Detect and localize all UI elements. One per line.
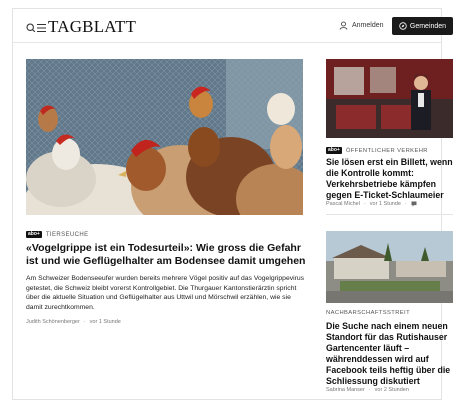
abo-badge: abo+ xyxy=(26,231,42,238)
user-icon xyxy=(339,21,348,30)
side-article-1-category: ÖFFENTLICHER VERKEHR xyxy=(345,147,428,154)
site-header: TAGBLATT Anmelden Gemeinden xyxy=(13,9,453,43)
side-article-1-image[interactable] xyxy=(326,59,453,138)
main-article-author: Judith Schönenberger xyxy=(26,319,80,325)
main-article-meta: Judith Schönenberger · vor 1 Stunde xyxy=(26,319,121,325)
site-logo[interactable]: TAGBLATT xyxy=(48,17,136,37)
side-divider xyxy=(326,214,453,215)
main-article-time: vor 1 Stunde xyxy=(89,319,121,325)
side-article-2-title[interactable]: Die Suche nach einem neuen Standort für … xyxy=(326,321,454,387)
meta-separator: · xyxy=(404,201,407,207)
meta-separator: · xyxy=(368,387,371,393)
comment-icon xyxy=(411,201,417,207)
meta-separator: · xyxy=(83,319,86,325)
side-article-1-time: vor 1 Stunde xyxy=(369,201,401,207)
login-label: Anmelden xyxy=(352,22,384,29)
meta-separator: · xyxy=(363,201,366,207)
side-article-1-kicker: abo+ ÖFFENTLICHER VERKEHR xyxy=(326,147,428,154)
abo-badge: abo+ xyxy=(326,147,342,154)
side-article-1-meta: Pascal Michel · vor 1 Stunde · xyxy=(326,201,417,207)
side-article-2-time: vor 2 Stunden xyxy=(374,387,409,393)
gemeinden-label: Gemeinden xyxy=(409,22,447,30)
main-article-lead: Am Schweizer Bodenseeufer wurden bereits… xyxy=(26,275,305,311)
main-article-category: TIERSEUCHE xyxy=(45,231,89,238)
side-article-1-author: Pascal Michel xyxy=(326,201,360,207)
login-button[interactable]: Anmelden xyxy=(339,21,384,30)
side-article-1-title[interactable]: Sie lösen erst ein Billett, wenn die Kon… xyxy=(326,157,454,201)
main-article-title[interactable]: «Vogelgrippe ist ein Todesurteil»: Wie g… xyxy=(26,242,311,268)
side-article-2-category: NACHBARSCHAFTSSTREIT xyxy=(326,310,411,316)
main-article-image[interactable] xyxy=(26,59,303,215)
side-article-2-image[interactable] xyxy=(326,231,453,303)
compass-icon xyxy=(399,22,407,30)
main-article-kicker: abo+ TIERSEUCHE xyxy=(26,231,88,238)
search-icon xyxy=(26,23,46,33)
menu-button[interactable] xyxy=(26,21,48,33)
page-frame: TAGBLATT Anmelden Gemeinden abo+ TIERSEU… xyxy=(12,8,453,400)
gemeinden-button[interactable]: Gemeinden xyxy=(392,17,453,35)
side-article-2-meta: Sabrina Manser · vor 2 Stunden xyxy=(326,387,409,393)
side-article-2-kicker: NACHBARSCHAFTSSTREIT xyxy=(326,310,410,316)
side-article-2-author: Sabrina Manser xyxy=(326,387,365,393)
